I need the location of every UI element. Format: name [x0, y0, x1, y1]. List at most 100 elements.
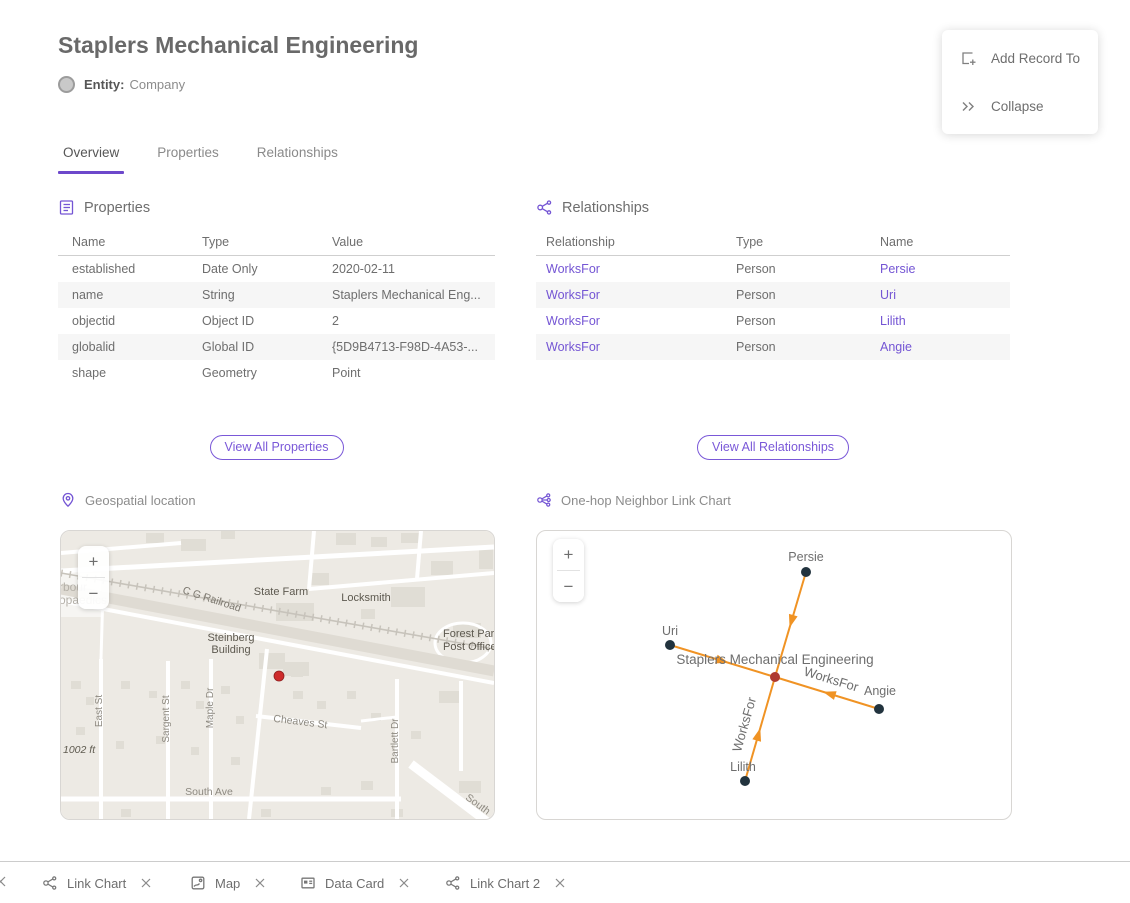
properties-section-title: Properties [84, 200, 150, 216]
node-label-center: Staplers Mechanical Engineering [676, 652, 873, 667]
map-zoom-out-button[interactable]: − [78, 578, 109, 609]
link-chart-icon [445, 875, 461, 891]
properties-section: Properties Name Type Value establishedDa… [58, 199, 495, 386]
node-center[interactable] [770, 672, 780, 682]
col-header-name: Name [880, 229, 1010, 256]
edge-arrow [752, 728, 761, 742]
geospatial-map[interactable]: + − [60, 530, 495, 820]
edge-arrow [823, 691, 837, 700]
relationship-row: WorksForPersonLilith [536, 308, 1010, 334]
properties-section-header: Properties [58, 199, 495, 216]
linkchart-zoom-in-button[interactable]: + [553, 539, 584, 570]
link-chart-canvas: WorksForWorksForStaplers Mechanical Engi… [537, 531, 1009, 817]
view-all-relationships-button[interactable]: View All Relationships [697, 435, 849, 460]
svg-text:Building: Building [211, 644, 250, 656]
node-angie[interactable] [874, 704, 884, 714]
linkchart-zoom-control: + − [553, 539, 584, 602]
node-lilith[interactable] [740, 776, 750, 786]
map-marker[interactable] [274, 671, 284, 681]
data-card-icon [300, 875, 316, 891]
bottom-tab-data-card[interactable]: Data Card [300, 862, 409, 903]
related-entity-link[interactable]: Angie [880, 340, 912, 354]
bottom-tab-link-chart[interactable]: Link Chart [42, 862, 151, 903]
tab-strip: Overview Properties Relationships [58, 145, 343, 174]
tab-relationships[interactable]: Relationships [252, 145, 343, 174]
partial-tab-close-icon[interactable] [0, 874, 6, 892]
entity-row: Entity: Company [58, 76, 185, 93]
node-label-uri: Uri [662, 624, 678, 638]
menu-item-collapse[interactable]: Collapse [942, 82, 1098, 130]
property-row: shapeGeometryPoint [58, 360, 495, 386]
map-icon [190, 875, 206, 891]
properties-table: Name Type Value establishedDate Only2020… [58, 229, 495, 386]
linkchart-zoom-out-button[interactable]: − [553, 571, 584, 602]
link-chart-icon [536, 492, 552, 508]
node-label-angie: Angie [864, 684, 896, 698]
property-row: establishedDate Only2020-02-11 [58, 256, 495, 283]
close-icon[interactable] [141, 878, 151, 888]
svg-text:Steinberg: Steinberg [207, 632, 254, 644]
linkchart-section-title: One-hop Neighbor Link Chart [561, 493, 731, 508]
svg-text:Bartlett Dr: Bartlett Dr [390, 718, 401, 764]
property-row: nameStringStaplers Mechanical Eng... [58, 282, 495, 308]
bottom-tab-map[interactable]: Map [190, 862, 265, 903]
node-uri[interactable] [665, 640, 675, 650]
map-zoom-control: + − [78, 546, 109, 609]
node-persie[interactable] [801, 567, 811, 577]
map-zoom-in-button[interactable]: + [78, 546, 109, 577]
properties-icon [58, 199, 75, 216]
relationship-link[interactable]: WorksFor [546, 340, 600, 354]
col-header-value: Value [332, 229, 495, 256]
map-section-header: Geospatial location [60, 492, 196, 508]
close-icon[interactable] [555, 878, 565, 888]
relationship-link[interactable]: WorksFor [546, 262, 600, 276]
bottom-tab-label: Data Card [325, 876, 384, 891]
data-card-screen: Staplers Mechanical Engineering Entity: … [0, 0, 1130, 903]
map-pin-icon [60, 492, 76, 508]
svg-text:Post Office: Post Office [443, 641, 494, 653]
tab-properties[interactable]: Properties [152, 145, 224, 174]
entity-type: Company [129, 77, 185, 92]
relationships-section-header: Relationships [536, 199, 1010, 216]
relationship-row: WorksForPersonUri [536, 282, 1010, 308]
col-header-relationship: Relationship [536, 229, 736, 256]
relationship-link[interactable]: WorksFor [546, 314, 600, 328]
menu-item-label: Collapse [991, 99, 1044, 114]
relationships-section: Relationships Relationship Type Name Wor… [536, 199, 1010, 360]
svg-text:State Farm: State Farm [254, 586, 308, 598]
svg-text:Sargent St: Sargent St [161, 695, 172, 742]
bottom-tab-label: Map [215, 876, 240, 891]
related-entity-link[interactable]: Uri [880, 288, 896, 302]
bottom-tab-label: Link Chart [67, 876, 126, 891]
view-all-properties-button[interactable]: View All Properties [210, 435, 344, 460]
entity-type-dot-icon [58, 76, 75, 93]
relationships-section-title: Relationships [562, 200, 649, 216]
col-header-type: Type [736, 229, 880, 256]
relationships-table: Relationship Type Name WorksForPersonPer… [536, 229, 1010, 360]
edge-label: WorksFor [802, 664, 861, 695]
bottom-tab-link-chart-2[interactable]: Link Chart 2 [445, 862, 565, 903]
tab-overview[interactable]: Overview [58, 145, 124, 174]
svg-text:East St: East St [94, 695, 105, 727]
related-entity-link[interactable]: Persie [880, 262, 915, 276]
basemap: C G Railroad State Farm Locksmith Steinb… [61, 531, 494, 819]
close-icon[interactable] [399, 878, 409, 888]
relationship-link[interactable]: WorksFor [546, 288, 600, 302]
svg-text:Maple Dr: Maple Dr [205, 687, 216, 728]
linkchart-section-header: One-hop Neighbor Link Chart [536, 492, 731, 508]
svg-text:1002 ft: 1002 ft [63, 744, 96, 756]
menu-item-add-record-to[interactable]: Add Record To [942, 34, 1098, 82]
col-header-type: Type [202, 229, 332, 256]
link-chart-icon [42, 875, 58, 891]
page-title: Staplers Mechanical Engineering [58, 32, 418, 59]
node-label-persie: Persie [788, 550, 823, 564]
related-entity-link[interactable]: Lilith [880, 314, 906, 328]
map-section-title: Geospatial location [85, 493, 196, 508]
one-hop-link-chart[interactable]: + − WorksForWorksForStaplers Mechanical … [536, 530, 1012, 820]
col-header-name: Name [58, 229, 202, 256]
close-icon[interactable] [255, 878, 265, 888]
view-all-relationships-row: View All Relationships [536, 435, 1010, 460]
relationships-table-header: Relationship Type Name [536, 229, 1010, 256]
context-menu: Add Record To Collapse [942, 30, 1098, 134]
svg-text:Locksmith: Locksmith [341, 592, 391, 604]
